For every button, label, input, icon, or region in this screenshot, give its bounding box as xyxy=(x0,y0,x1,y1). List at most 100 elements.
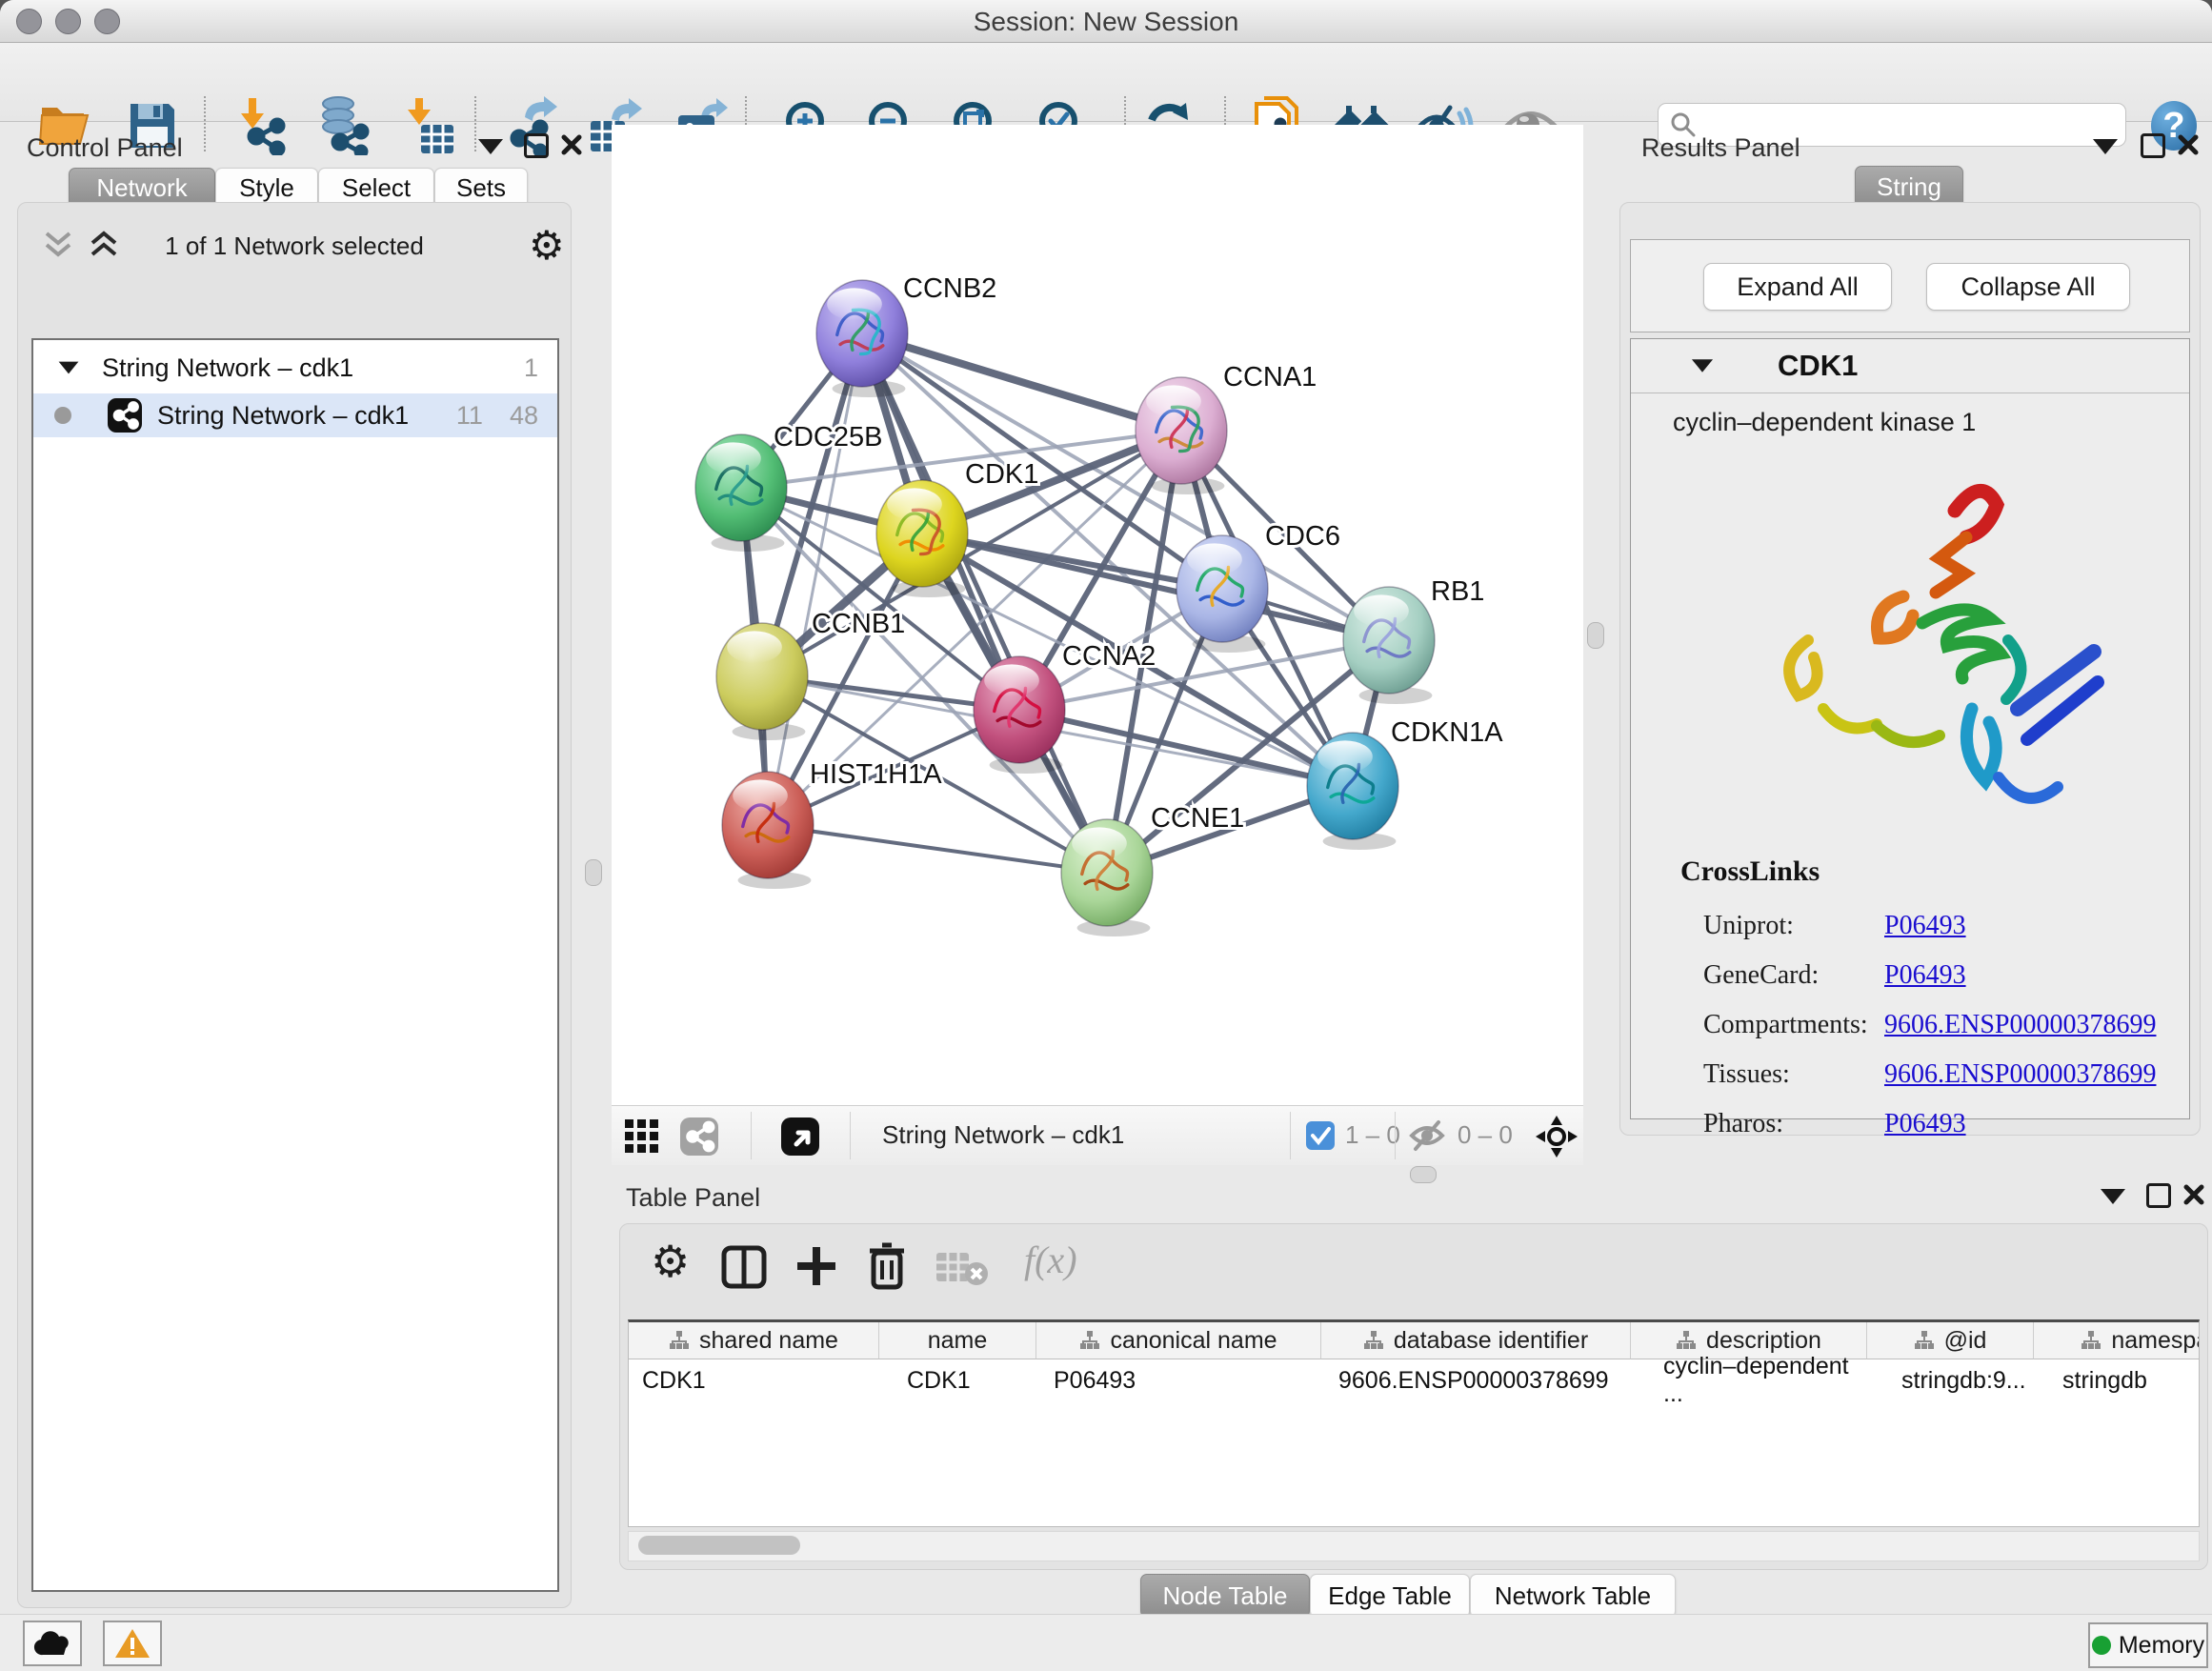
network-collection-row[interactable]: String Network – cdk1 1 xyxy=(33,346,557,390)
svg-text:CCNA1: CCNA1 xyxy=(1223,362,1317,393)
right-splitter-handle[interactable] xyxy=(1587,622,1604,649)
expand-collapse-toolbar: Expand All Collapse All xyxy=(1630,239,2190,332)
add-column-icon[interactable] xyxy=(794,1243,839,1289)
column-label: canonical name xyxy=(1110,1327,1277,1355)
tab-node-table[interactable]: Node Table xyxy=(1140,1574,1310,1618)
cell-namespace[interactable]: stringdb xyxy=(2062,1364,2200,1397)
crosslink-link[interactable]: P06493 xyxy=(1884,960,1966,991)
protein-section-header[interactable]: CDK1 xyxy=(1631,339,2189,393)
string-network-icon xyxy=(106,396,144,434)
results-panel-close-icon[interactable] xyxy=(2177,133,2200,156)
hidden-count: 0 – 0 xyxy=(1458,1120,1513,1150)
crosslink-link[interactable]: 9606.ENSP00000378699 xyxy=(1884,1010,2156,1040)
network-node-count: 11 xyxy=(456,401,483,431)
pan-compass-icon[interactable] xyxy=(1534,1114,1579,1159)
network-label: String Network – cdk1 xyxy=(157,401,409,431)
node-table[interactable]: shared name name canonical name database… xyxy=(628,1319,2200,1527)
column-type-icon xyxy=(1079,1330,1100,1351)
control-panel-minimize-icon[interactable] xyxy=(478,139,503,154)
crosslink-row: Tissues: 9606.ENSP00000378699 xyxy=(1703,1050,2161,1099)
cell-name[interactable]: CDK1 xyxy=(907,1364,1040,1397)
selected-checkbox-icon[interactable] xyxy=(1305,1120,1336,1151)
network-options-gear-icon[interactable]: ⚙ xyxy=(529,222,565,269)
cloud-icon xyxy=(33,1630,71,1657)
crosslink-link[interactable]: P06493 xyxy=(1884,911,1966,941)
crosslink-row: Uniprot: P06493 xyxy=(1703,901,2161,951)
table-settings-gear-icon[interactable]: ⚙ xyxy=(651,1236,690,1287)
table-panel-minimize-icon[interactable] xyxy=(2101,1189,2125,1204)
birds-eye-view-icon[interactable] xyxy=(779,1116,821,1158)
expand-all-button[interactable]: Expand All xyxy=(1703,263,1892,311)
results-panel-float-icon[interactable] xyxy=(2141,133,2165,158)
cell-shared-name[interactable]: CDK1 xyxy=(642,1364,871,1397)
window-title: Session: New Session xyxy=(0,7,2212,37)
grid-view-icon[interactable] xyxy=(623,1117,661,1156)
cell-id[interactable]: stringdb:9... xyxy=(1901,1364,2044,1397)
crosslink-label: Compartments: xyxy=(1703,1010,1884,1040)
section-expander-icon[interactable] xyxy=(1692,359,1713,372)
network-share-view-icon[interactable] xyxy=(678,1116,720,1158)
svg-text:CDC25B: CDC25B xyxy=(774,422,882,453)
show-columns-icon[interactable] xyxy=(721,1245,767,1289)
cell-description[interactable]: cyclin–dependent ... xyxy=(1663,1364,1873,1397)
svg-text:CCNB1: CCNB1 xyxy=(812,609,905,639)
string-results-content: Expand All Collapse All CDK1 cyclin–depe… xyxy=(1619,202,2201,1136)
network-tab-content: 1 of 1 Network selected ⚙ String Network… xyxy=(17,202,572,1608)
memory-label: Memory xyxy=(2119,1632,2204,1660)
column-label: database identifier xyxy=(1394,1327,1588,1355)
svg-text:HIST1H1A: HIST1H1A xyxy=(810,759,942,790)
table-panel: Table Panel ⚙ xyxy=(614,1170,2212,1627)
table-horizontal-scrollbar[interactable] xyxy=(628,1531,2200,1561)
column-header-canonical-name[interactable]: canonical name xyxy=(1036,1322,1321,1359)
crosslinks-title: CrossLinks xyxy=(1680,856,1820,888)
table-panel-close-icon[interactable] xyxy=(2182,1183,2205,1206)
column-type-icon xyxy=(2081,1330,2101,1351)
crosslink-link[interactable]: 9606.ENSP00000378699 xyxy=(1884,1059,2156,1090)
warning-icon xyxy=(113,1627,151,1660)
memory-button[interactable]: Memory xyxy=(2088,1622,2208,1668)
svg-text:CDKN1A: CDKN1A xyxy=(1391,717,1503,748)
column-label: shared name xyxy=(699,1327,838,1355)
protein-description: cyclin–dependent kinase 1 xyxy=(1673,408,1976,437)
tab-edge-table[interactable]: Edge Table xyxy=(1310,1574,1470,1618)
network-row-selected[interactable]: String Network – cdk1 11 48 xyxy=(33,393,557,437)
footer-separator xyxy=(1290,1112,1291,1159)
collection-expander-icon[interactable] xyxy=(59,362,79,374)
network-graph[interactable]: CCNB2CCNA1CDC25BCDK1CDC6RB1CCNB1CCNA2CDK… xyxy=(612,125,1583,1105)
svg-text:CCNE1: CCNE1 xyxy=(1151,803,1244,834)
delete-table-icon-disabled xyxy=(935,1249,990,1287)
column-header-id[interactable]: @id xyxy=(1867,1322,2034,1359)
cloud-status-button[interactable] xyxy=(23,1621,82,1666)
crosslink-row: GeneCard: P06493 xyxy=(1703,951,2161,1000)
svg-text:RB1: RB1 xyxy=(1431,576,1484,607)
control-panel-title: Control Panel xyxy=(27,133,183,163)
crosslink-link[interactable]: P06493 xyxy=(1884,1109,1966,1139)
delete-column-icon[interactable] xyxy=(866,1241,908,1291)
column-header-database-identifier[interactable]: database identifier xyxy=(1321,1322,1631,1359)
control-panel-float-icon[interactable] xyxy=(524,133,549,158)
left-splitter-handle[interactable] xyxy=(585,859,602,886)
network-edge-count: 48 xyxy=(510,401,538,431)
results-panel-minimize-icon[interactable] xyxy=(2093,139,2118,154)
column-type-icon xyxy=(669,1330,690,1351)
warnings-button[interactable] xyxy=(103,1621,162,1666)
network-status-dot-icon xyxy=(54,407,71,424)
collapse-all-button[interactable]: Collapse All xyxy=(1926,263,2130,311)
cell-canonical-name[interactable]: P06493 xyxy=(1054,1364,1311,1397)
selected-count: 1 – 0 xyxy=(1345,1120,1400,1150)
column-header-namespace[interactable]: namespace xyxy=(2034,1322,2200,1359)
network-canvas[interactable]: CCNB2CCNA1CDC25BCDK1CDC6RB1CCNB1CCNA2CDK… xyxy=(612,125,1583,1105)
scrollbar-thumb[interactable] xyxy=(638,1536,800,1555)
svg-text:CCNA2: CCNA2 xyxy=(1062,641,1156,672)
column-header-shared-name[interactable]: shared name xyxy=(629,1322,879,1359)
protein-details-box: CDK1 cyclin–dependent kinase 1 xyxy=(1630,338,2190,1119)
tab-network-table[interactable]: Network Table xyxy=(1470,1574,1676,1618)
column-type-icon xyxy=(1914,1330,1935,1351)
cell-database-identifier[interactable]: 9606.ENSP00000378699 xyxy=(1338,1364,1624,1397)
column-header-name[interactable]: name xyxy=(879,1322,1036,1359)
table-panel-float-icon[interactable] xyxy=(2146,1183,2171,1208)
crosslink-label: GeneCard: xyxy=(1703,960,1884,991)
column-label: namespace xyxy=(2111,1327,2200,1355)
current-network-name: String Network – cdk1 xyxy=(882,1120,1124,1150)
control-panel-close-icon[interactable] xyxy=(560,133,583,156)
